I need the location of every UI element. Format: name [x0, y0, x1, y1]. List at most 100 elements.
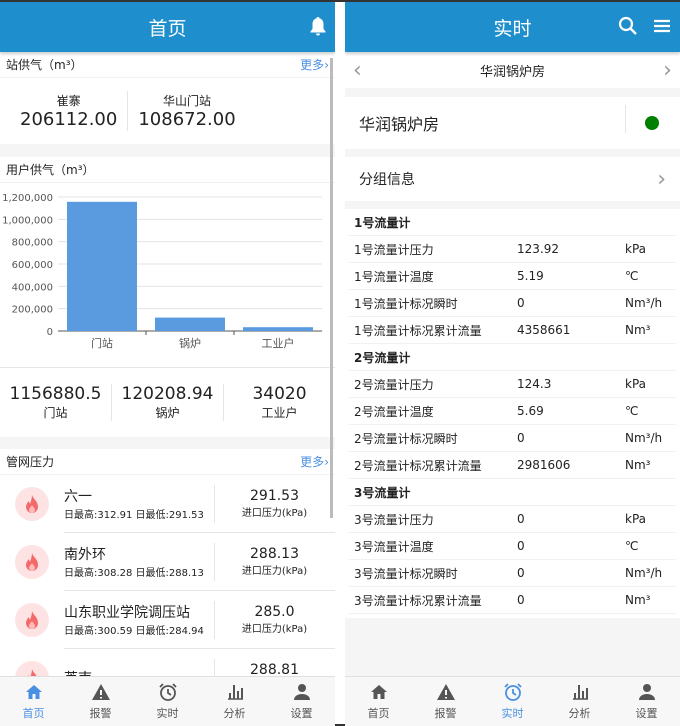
tab-bar-chart[interactable]: 分析: [201, 677, 268, 726]
tab-label: 实时: [156, 707, 179, 720]
tab-label: 分析: [223, 707, 246, 720]
param-name: 3号流量计标况瞬时: [354, 566, 458, 581]
scrollbar[interactable]: [330, 58, 333, 518]
tab-bar: 首页 报警 实时 分析 设置: [0, 676, 335, 726]
tab-warning[interactable]: 报警: [412, 677, 479, 726]
search-icon[interactable]: [618, 16, 638, 41]
pressure-list-item[interactable]: 六一 日最高:312.91 日最低:291.53 291.53 进口压力(kPa): [0, 475, 335, 533]
station-name: 崔寨: [56, 94, 81, 108]
tab-alarm-clock[interactable]: 实时: [134, 677, 201, 726]
tab-alarm-clock[interactable]: 实时: [479, 677, 546, 726]
user-icon: [293, 684, 310, 700]
x-tick-label: 锅炉: [179, 337, 201, 350]
table-row: 3号流量计温度 0 ℃: [349, 533, 676, 560]
divider: [625, 105, 626, 133]
bar: [155, 317, 225, 331]
tab-user[interactable]: 设置: [268, 677, 335, 726]
header: 实时: [345, 2, 680, 52]
tab-user[interactable]: 设置: [613, 677, 680, 726]
table-row: 2号流量计压力 124.3 kPa: [349, 371, 676, 398]
param-unit: ℃: [625, 269, 639, 283]
next-station-button[interactable]: ›: [663, 58, 672, 83]
param-value: 5.69: [517, 404, 544, 418]
pressure-value: 285.0: [254, 604, 295, 620]
tab-label: 分析: [568, 707, 591, 720]
tab-warning[interactable]: 报警: [67, 677, 134, 726]
x-tick-label: 工业户: [262, 336, 295, 350]
param-name: 3号流量计标况累计流量: [354, 593, 482, 608]
flame-icon: [15, 545, 49, 579]
pressure-unit: 进口压力(kPa): [241, 624, 308, 635]
station-item[interactable]: 华山门站 108672.00: [128, 92, 245, 130]
station-supply-section: 站供气（m³） 更多› 崔寨 206112.00 华山门站 108672.00: [0, 52, 335, 144]
group-info-row[interactable]: 分组信息 ›: [345, 157, 680, 201]
param-name: 2号流量计标况累计流量: [354, 458, 482, 473]
header: 首页: [0, 2, 335, 52]
tab-home[interactable]: 首页: [345, 677, 412, 726]
pressure-list-item[interactable]: 山东职业学院调压站 日最高:300.59 日最低:284.94 285.0 进口压力…: [0, 591, 335, 649]
home-screen: 首页 站供气（m³） 更多› 崔寨 206112.00 华山门站 108672.00 …: [0, 2, 335, 726]
param-name: 2号流量计温度: [354, 404, 434, 419]
y-tick-label: 1,000,000: [2, 215, 53, 226]
meter-group-title: 2号流量计: [349, 344, 676, 371]
table-row: 3号流量计标况瞬时 0 Nm³/h: [349, 560, 676, 587]
station-name: 华润锅炉房: [359, 115, 440, 134]
status-indicator: [645, 116, 659, 130]
total-item: 1156880.5 门站: [0, 384, 112, 421]
tab-label: 报警: [89, 707, 112, 720]
home-icon: [25, 685, 42, 699]
param-value: 5.19: [517, 269, 544, 283]
param-value: 123.92: [517, 242, 559, 256]
bar: [67, 201, 137, 331]
param-unit: Nm³: [625, 458, 651, 472]
realtime-screen: 实时 ‹ 华润锅炉房 › 华润锅炉房 分组信息 › 1号流量计 1号流量计压力 123…: [345, 2, 680, 726]
tab-bar-chart[interactable]: 分析: [546, 677, 613, 726]
param-value: 0: [517, 431, 525, 445]
station-name: 山东职业学院调压站: [64, 605, 190, 621]
more-link[interactable]: 更多›: [300, 56, 329, 73]
y-tick-label: 0: [47, 327, 53, 338]
y-tick-label: 400,000: [12, 282, 53, 293]
more-link[interactable]: 更多›: [300, 453, 329, 470]
param-unit: Nm³/h: [625, 431, 663, 445]
y-tick-label: 600,000: [12, 260, 53, 271]
pressure-unit: 进口压力(kPa): [241, 508, 308, 519]
section-title: 管网压力: [6, 455, 55, 469]
table-row: 1号流量计压力 123.92 kPa: [349, 236, 676, 263]
menu-icon[interactable]: [653, 16, 671, 41]
pressure-value: 291.53: [250, 488, 299, 504]
station-item[interactable]: 崔寨 206112.00: [10, 92, 127, 130]
tab-bar: 首页 报警 实时 分析 设置: [345, 676, 680, 726]
bar: [243, 327, 313, 331]
table-row: 2号流量计标况瞬时 0 Nm³/h: [349, 425, 676, 452]
bell-icon[interactable]: [309, 16, 327, 41]
table-row: 2号流量计温度 5.69 ℃: [349, 398, 676, 425]
total-item: 34020 工业户: [252, 384, 307, 420]
table-row: 3号流量计标况累计流量 0 Nm³: [349, 587, 676, 614]
bar-chart-icon: [227, 685, 243, 700]
section-title: 站供气（m³）: [6, 58, 83, 72]
station-name: 华山门站: [163, 94, 212, 108]
tab-label: 设置: [635, 707, 658, 720]
pressure-list-item[interactable]: 南外环 日最高:308.28 日最低:288.13 288.13 进口压力(kPa): [0, 533, 335, 591]
tab-home[interactable]: 首页: [0, 677, 67, 726]
param-value: 0: [517, 512, 525, 526]
daily-min-max: 日最高:308.28 日最低:288.13: [64, 568, 204, 579]
tab-label: 实时: [501, 707, 524, 720]
prev-station-button[interactable]: ‹: [353, 58, 362, 83]
param-name: 1号流量计压力: [354, 242, 434, 257]
param-unit: Nm³/h: [625, 296, 663, 310]
param-value: 124.3: [517, 377, 552, 391]
table-row: 1号流量计标况瞬时 0 Nm³/h: [349, 290, 676, 317]
param-name: 2号流量计标况瞬时: [354, 431, 458, 446]
y-tick-label: 1,200,000: [2, 193, 53, 204]
station-value: 108672.00: [138, 109, 236, 130]
param-unit: Nm³/h: [625, 566, 663, 580]
page-title: 实时: [493, 17, 532, 40]
pressure-value: 288.13: [250, 546, 299, 562]
param-unit: ℃: [625, 404, 639, 418]
station-value: 206112.00: [20, 109, 118, 130]
user-supply-section: 用户供气（m³） 0 200,000 400,000 600,000 800,000 1,…: [0, 157, 335, 437]
page-title: 首页: [148, 17, 187, 40]
meter-group-title: 1号流量计: [349, 209, 676, 236]
